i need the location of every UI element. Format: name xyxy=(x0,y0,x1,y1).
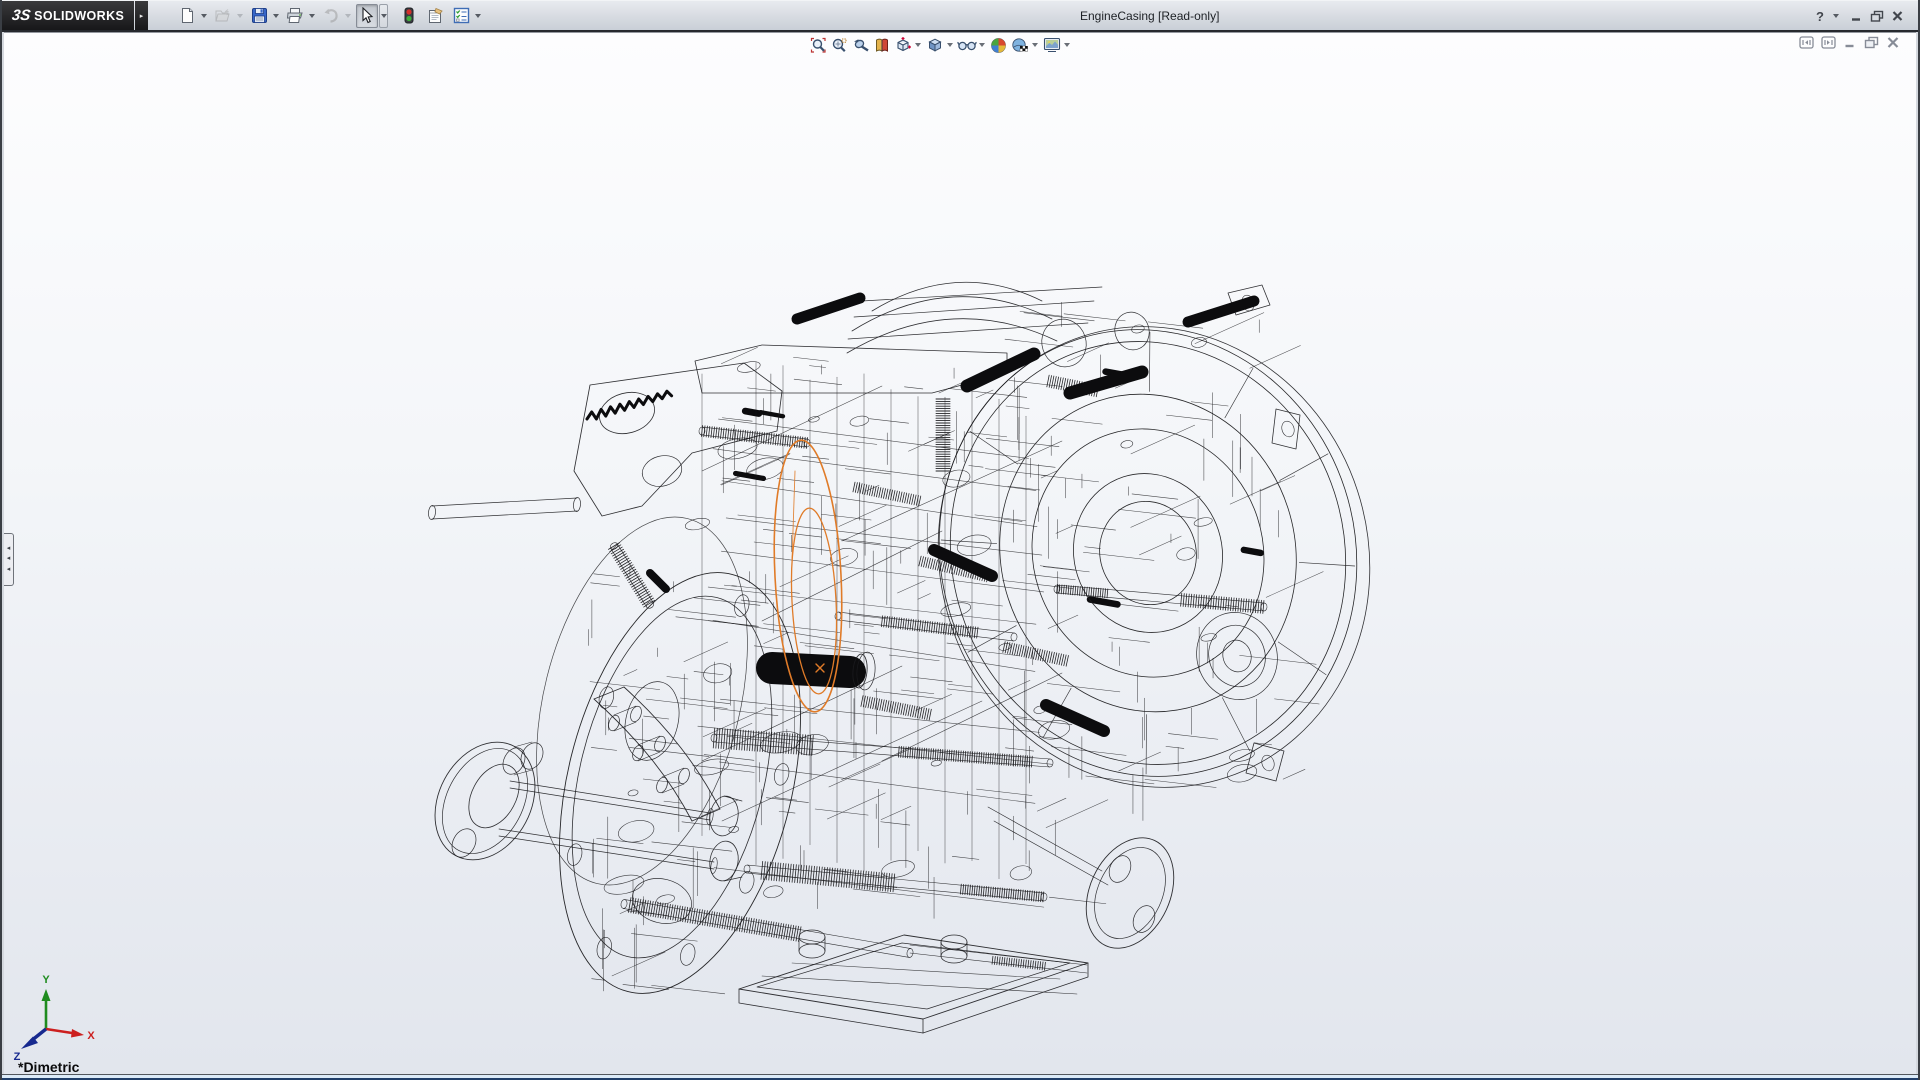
print-dropdown[interactable] xyxy=(307,5,316,27)
zoom-to-area-button[interactable] xyxy=(829,35,850,56)
document-close-button[interactable] xyxy=(1886,36,1900,49)
select-arrow-icon xyxy=(360,7,374,24)
new-document-dropdown[interactable] xyxy=(199,5,208,27)
graphics-area[interactable]: ◂ ◂ ◂ Y X Z *Dimetric xyxy=(4,32,1916,1074)
view-orientation-dropdown[interactable] xyxy=(913,35,922,55)
document-restore-button[interactable] xyxy=(1864,36,1879,49)
help-dropdown[interactable] xyxy=(1831,5,1840,27)
view-orientation-icon xyxy=(894,36,912,54)
zoom-to-area-icon xyxy=(831,37,848,54)
undo-dropdown[interactable] xyxy=(343,5,352,27)
undo-icon xyxy=(322,8,340,24)
view-settings-button[interactable] xyxy=(1041,35,1062,56)
document-minimize-icon xyxy=(1843,36,1857,49)
model-wireframe xyxy=(4,32,1916,1074)
collapse-arrow-icon: ◂ xyxy=(7,554,11,565)
solidworks-window: 3S SOLIDWORKS ▸ xyxy=(0,0,1920,1080)
edit-appearance-button[interactable] xyxy=(988,35,1009,56)
minimize-button[interactable] xyxy=(1850,10,1863,22)
apply-scene-dropdown[interactable] xyxy=(1030,35,1039,55)
display-style-icon xyxy=(926,36,944,54)
restore-button[interactable] xyxy=(1870,10,1884,23)
section-view-button[interactable] xyxy=(871,35,892,56)
close-button[interactable] xyxy=(1891,10,1904,22)
traffic-light-icon xyxy=(404,7,414,24)
display-style-button[interactable] xyxy=(924,35,945,56)
save-button[interactable] xyxy=(248,4,270,28)
view-settings-dropdown[interactable] xyxy=(1062,35,1071,55)
display-style-dropdown[interactable] xyxy=(945,35,954,55)
document-restore-icon xyxy=(1864,36,1879,49)
save-dropdown[interactable] xyxy=(271,5,280,27)
appearance-ball-icon xyxy=(990,37,1007,54)
open-dropdown[interactable] xyxy=(235,5,244,27)
brand-name: SOLIDWORKS xyxy=(34,9,124,23)
previous-view-icon xyxy=(852,37,870,53)
feature-tree-collapsed-tab[interactable]: ◂ ◂ ◂ xyxy=(4,533,14,586)
document-window-controls xyxy=(1799,36,1900,49)
triad-x-label: X xyxy=(87,1030,95,1042)
standard-toolbar xyxy=(176,4,485,28)
view-orientation-button[interactable] xyxy=(892,35,913,56)
title-bar: 3S SOLIDWORKS ▸ xyxy=(2,0,1918,30)
menu-expand-tab[interactable]: ▸ xyxy=(135,1,148,31)
select-dropdown[interactable] xyxy=(379,4,388,28)
orientation-triad: Y X Z xyxy=(6,971,102,1067)
collapse-right-pane-button[interactable] xyxy=(1821,36,1836,49)
zoom-to-fit-button[interactable] xyxy=(808,35,829,56)
minimize-icon xyxy=(1850,10,1863,22)
status-bar xyxy=(2,1074,1918,1080)
print-icon xyxy=(286,7,304,24)
collapse-arrow-icon: ◂ xyxy=(7,544,11,555)
document-minimize-button[interactable] xyxy=(1843,36,1857,49)
apply-scene-button[interactable] xyxy=(1009,35,1030,56)
close-icon xyxy=(1891,10,1904,22)
apply-scene-icon xyxy=(1011,37,1029,54)
new-document-icon xyxy=(179,7,196,24)
previous-view-button[interactable] xyxy=(850,35,871,56)
hide-show-items-dropdown[interactable] xyxy=(977,35,986,55)
heads-up-view-toolbar xyxy=(808,34,1073,56)
new-document-button[interactable] xyxy=(176,4,198,28)
section-view-icon xyxy=(874,37,890,54)
print-button[interactable] xyxy=(284,4,306,28)
rebuild-traffic-light-button[interactable] xyxy=(398,4,420,28)
collapse-left-pane-icon xyxy=(1799,36,1814,49)
help-button[interactable]: ? xyxy=(1816,9,1824,24)
dassault-3s-logo-icon: 3S xyxy=(11,7,32,24)
options-dropdown[interactable] xyxy=(473,5,482,27)
triad-y-label: Y xyxy=(42,974,50,986)
collapse-right-pane-icon xyxy=(1821,36,1836,49)
save-floppy-icon xyxy=(251,7,268,24)
restore-icon xyxy=(1870,10,1884,23)
open-folder-icon xyxy=(214,8,232,24)
undo-button[interactable] xyxy=(320,4,342,28)
file-properties-icon xyxy=(427,7,445,24)
options-button[interactable] xyxy=(450,4,472,28)
window-title: EngineCasing [Read-only] xyxy=(1080,9,1219,23)
open-button[interactable] xyxy=(212,4,234,28)
file-properties-button[interactable] xyxy=(425,4,447,28)
hide-show-items-button[interactable] xyxy=(956,35,977,56)
solidworks-logo: 3S SOLIDWORKS xyxy=(2,1,134,31)
engine-casing-model xyxy=(4,32,1916,1074)
collapse-arrow-icon: ◂ xyxy=(7,565,11,576)
view-orientation-label: *Dimetric xyxy=(18,1059,79,1074)
document-close-icon xyxy=(1886,36,1900,49)
collapse-left-pane-button[interactable] xyxy=(1799,36,1814,49)
select-button[interactable] xyxy=(356,4,378,28)
window-controls: ? xyxy=(1816,5,1904,27)
options-checklist-icon xyxy=(453,7,470,24)
view-settings-icon xyxy=(1043,37,1061,54)
eyeglasses-icon xyxy=(957,38,977,52)
zoom-to-fit-icon xyxy=(810,37,827,54)
